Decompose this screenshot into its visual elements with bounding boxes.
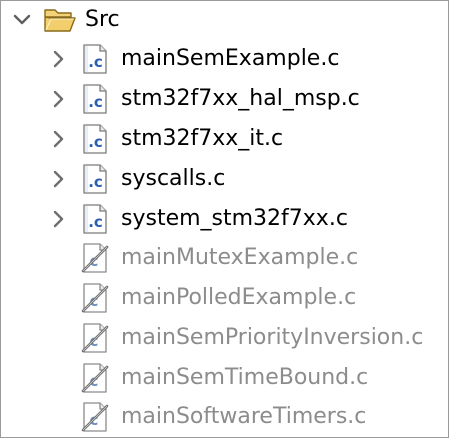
tree-file-excluded[interactable]: c mainMutexExample.c [1,239,448,277]
chevron-right-icon[interactable] [49,209,67,229]
file-name: stm32f7xx_it.c [121,126,284,151]
c-file-icon: .c [79,163,111,195]
file-name: stm32f7xx_hal_msp.c [121,86,360,111]
chevron-down-icon[interactable] [13,10,31,30]
tree-folder-src[interactable]: Src [1,1,448,39]
file-name: syscalls.c [121,166,226,191]
c-file-icon: .c [79,203,111,235]
chevron-right-icon[interactable] [49,89,67,109]
svg-text:.c: .c [88,213,103,231]
c-file-icon: .c [79,83,111,115]
excluded-c-file-icon: c [79,242,111,274]
file-name: system_stm32f7xx.c [121,206,348,231]
file-name: mainPolledExample.c [121,285,357,310]
tree-file[interactable]: .c stm32f7xx_hal_msp.c [1,80,448,118]
excluded-c-file-icon: c [79,401,111,433]
tree-file[interactable]: .c mainSemExample.c [1,40,448,78]
excluded-c-file-icon: c [79,322,111,354]
c-file-icon: .c [79,123,111,155]
file-name: mainMutexExample.c [121,245,359,270]
chevron-right-icon[interactable] [49,129,67,149]
tree-file-excluded[interactable]: c mainSemTimeBound.c [1,359,448,397]
svg-text:.c: .c [88,173,103,191]
tree-file-excluded[interactable]: c mainSoftwareTimers.c [1,398,448,436]
tree-file[interactable]: .c syscalls.c [1,160,448,198]
file-name: mainSemExample.c [121,46,340,71]
svg-text:.c: .c [88,53,103,71]
c-file-icon: .c [79,43,111,75]
file-name: mainSoftwareTimers.c [121,404,367,429]
svg-text:.c: .c [88,133,103,151]
chevron-right-icon[interactable] [49,49,67,69]
folder-open-icon [43,5,77,35]
svg-text:.c: .c [88,93,103,111]
folder-name: Src [85,7,120,32]
excluded-c-file-icon: c [79,362,111,394]
excluded-c-file-icon: c [79,282,111,314]
tree-file[interactable]: .c stm32f7xx_it.c [1,120,448,158]
tree-file-excluded[interactable]: c mainSemPriorityInversion.c [1,319,448,357]
chevron-right-icon[interactable] [49,169,67,189]
file-name: mainSemPriorityInversion.c [121,325,424,350]
tree-file-excluded[interactable]: c mainPolledExample.c [1,279,448,317]
tree-file[interactable]: .c system_stm32f7xx.c [1,200,448,238]
file-name: mainSemTimeBound.c [121,365,369,390]
project-explorer-panel: Src .c mainSemExample.c .c stm32f7xx_hal_ms… [0,0,449,438]
